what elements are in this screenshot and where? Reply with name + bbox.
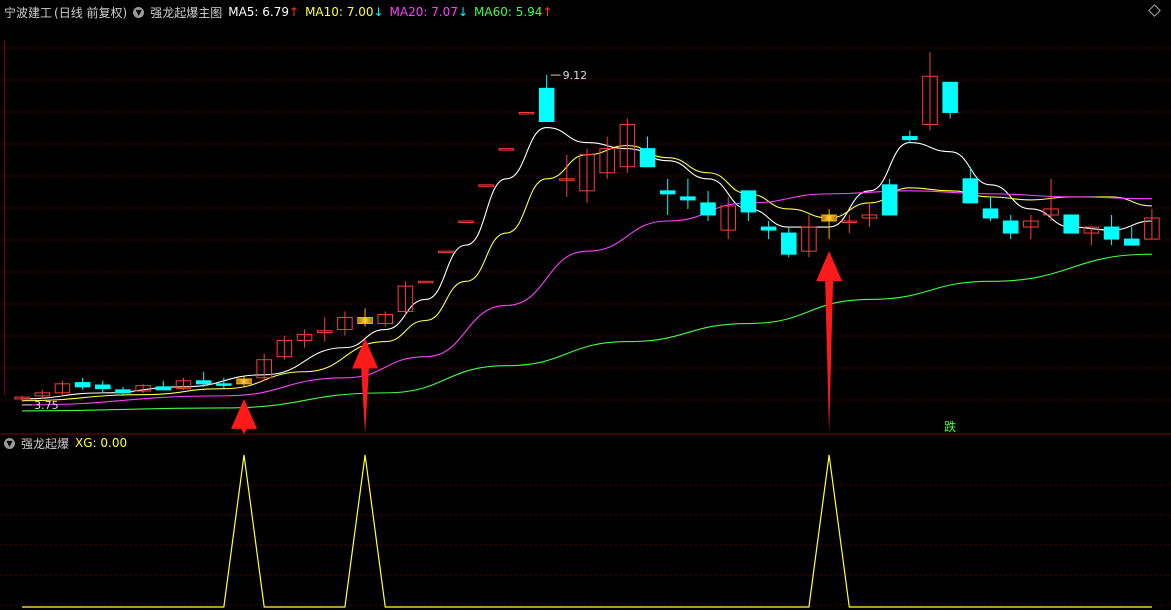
candle <box>296 329 313 348</box>
candle <box>942 81 958 119</box>
candle <box>498 148 515 151</box>
xg-line <box>22 454 1152 608</box>
candle-body <box>962 178 979 204</box>
signal-arrow-head <box>231 398 258 429</box>
candle-body <box>680 196 696 201</box>
candle <box>135 383 151 393</box>
candle-body <box>760 226 777 231</box>
drop-annotation: 跌 <box>944 419 956 434</box>
candle <box>680 178 696 209</box>
candle <box>74 377 91 390</box>
candle <box>1103 214 1120 246</box>
candle-body <box>639 148 656 168</box>
candle <box>1063 214 1079 234</box>
signal-arrow-shaft <box>825 279 834 434</box>
grid-lines <box>0 40 1171 606</box>
candle-body <box>538 87 555 123</box>
min-price-label: 3.75 <box>34 399 59 412</box>
candle <box>922 52 938 131</box>
candle-body <box>498 148 515 151</box>
candle-body <box>236 378 252 385</box>
candle <box>982 196 999 221</box>
candle-body <box>659 190 676 195</box>
candle-body <box>1103 226 1120 240</box>
candle <box>316 317 333 342</box>
candle <box>962 166 979 204</box>
candle-body <box>740 190 757 213</box>
signal-arrow <box>352 338 379 434</box>
candle-body <box>155 386 172 391</box>
candle-body <box>357 316 373 325</box>
candle-body <box>700 202 716 216</box>
candle <box>881 178 898 216</box>
candle-body <box>1002 220 1019 234</box>
candle <box>54 380 71 395</box>
candle <box>861 202 878 228</box>
candle <box>700 190 716 221</box>
candle <box>1023 214 1039 240</box>
candle <box>1002 214 1019 240</box>
candle-body <box>881 184 898 216</box>
candle-body <box>478 184 494 187</box>
max-price-label: 9.12 <box>563 69 588 82</box>
signal-arrow <box>231 398 258 434</box>
candle <box>902 130 918 143</box>
signal-arrow-shaft <box>361 366 370 434</box>
candle <box>256 353 272 381</box>
candle-body <box>821 214 837 222</box>
candle <box>659 178 676 215</box>
candle <box>478 184 494 187</box>
candle <box>1123 227 1140 246</box>
candle <box>377 311 394 327</box>
chart-stage: 宁波建工 (日线 前复权) ▼ 强龙起爆主图 MA5: 6.79↑ MA10: … <box>0 0 1171 610</box>
candle <box>155 380 172 391</box>
candle <box>518 111 535 115</box>
candle-body <box>780 232 797 255</box>
candle <box>276 335 293 360</box>
candle-body <box>902 136 918 141</box>
candle-body <box>942 81 958 113</box>
candle <box>1043 178 1059 221</box>
candle <box>780 227 797 258</box>
candle-body <box>438 250 454 254</box>
candle <box>417 280 434 284</box>
xg-indicator <box>22 454 1152 608</box>
price-chart: 9.12 3.75 跌 <box>0 40 1171 608</box>
candle-body <box>115 389 131 394</box>
ma20-line <box>22 190 1152 406</box>
ma60-line <box>22 253 1152 412</box>
candle-body <box>458 220 474 223</box>
candle <box>760 221 777 240</box>
candle <box>397 281 414 315</box>
candle-body <box>74 382 91 388</box>
candle <box>337 311 353 336</box>
candle <box>357 308 373 327</box>
candle <box>538 75 555 123</box>
candle <box>458 220 474 223</box>
candles <box>14 52 1160 402</box>
candle-body <box>982 208 999 219</box>
signal-arrow-head <box>816 251 843 282</box>
signal-arrows <box>231 251 843 434</box>
signal-arrow <box>816 251 843 434</box>
candle <box>599 136 615 179</box>
candle-body <box>195 380 212 385</box>
candle <box>740 190 757 221</box>
candle <box>175 377 192 390</box>
candle-body <box>1063 214 1079 234</box>
candle <box>95 380 111 393</box>
candle-body <box>417 280 434 284</box>
candle <box>1144 208 1160 240</box>
signal-arrow-shaft <box>240 426 249 434</box>
candle <box>801 214 817 258</box>
candle-body <box>518 111 535 115</box>
candle <box>821 208 837 240</box>
candle <box>720 196 736 240</box>
candle-body <box>95 384 111 390</box>
candle <box>639 136 656 168</box>
candle-body <box>1123 238 1140 246</box>
candle <box>438 250 454 254</box>
candle-body <box>216 383 232 386</box>
